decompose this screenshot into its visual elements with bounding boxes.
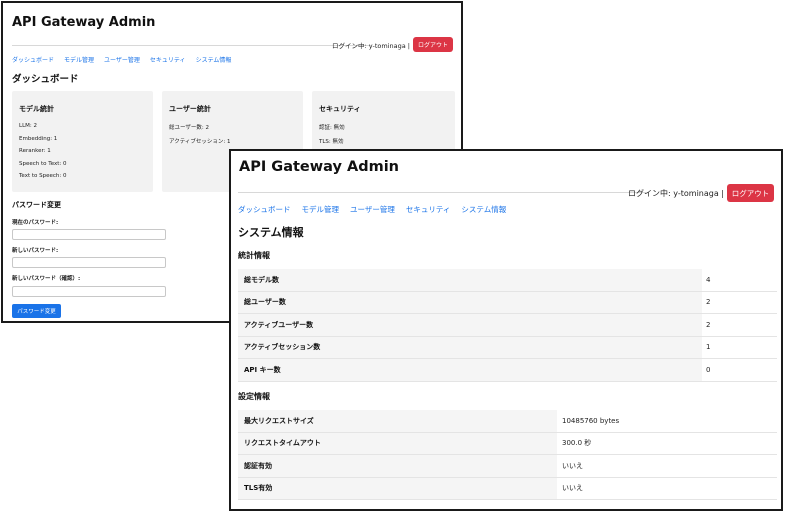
card-line: Embedding: 1 [19, 135, 58, 142]
card-title: モデル統計 [19, 105, 54, 113]
confirm-password-input[interactable] [12, 286, 166, 297]
nav-system-info[interactable]: システム情報 [196, 55, 232, 64]
table-row: アクティブユーザー数 2 [238, 314, 777, 337]
card-line: アクティブセッション: 1 [169, 139, 231, 145]
page-title: ダッシュボード [12, 74, 79, 85]
row-value: いいえ [562, 484, 583, 493]
model-stats-card: モデル統計 LLM: 2 Embedding: 1 Reranker: 1 Sp… [12, 91, 153, 192]
row-label: 総ユーザー数 [238, 291, 702, 313]
current-password-input[interactable] [12, 229, 166, 240]
row-label: アクティブユーザー数 [238, 314, 702, 336]
card-line: 総ユーザー数: 2 [169, 125, 209, 131]
settings-section-title: 設定情報 [238, 392, 270, 401]
new-password-label: 新しいパスワード: [12, 248, 59, 254]
row-value: 0 [706, 365, 711, 374]
app-title: API Gateway Admin [12, 15, 156, 30]
card-line: Text to Speech: 0 [19, 173, 67, 179]
stats-table: 総モデル数 4 総ユーザー数 2 アクティブユーザー数 2 アクティブセッション… [238, 269, 777, 382]
login-status: ログイン中: y-tominaga | [332, 41, 410, 50]
table-row: アクティブセッション数 1 [238, 336, 777, 359]
table-row: TLS有効 いいえ [238, 477, 777, 500]
card-line: Speech to Text: 0 [19, 160, 67, 167]
row-label: リクエストタイムアウト [238, 432, 557, 454]
nav-model-management[interactable]: モデル管理 [302, 204, 340, 215]
card-line: LLM: 2 [19, 123, 37, 129]
row-label: API キー数 [238, 359, 702, 381]
current-password-label: 現在のパスワード: [12, 220, 59, 226]
nav-dashboard[interactable]: ダッシュボード [12, 55, 54, 64]
table-row: 認証有効 いいえ [238, 455, 777, 478]
row-label: 認証有効 [238, 455, 557, 477]
nav-model-management[interactable]: モデル管理 [64, 55, 94, 64]
nav-user-management[interactable]: ユーザー管理 [350, 204, 395, 215]
logout-button[interactable]: ログアウト [413, 37, 453, 52]
nav-security[interactable]: セキュリティ [150, 55, 186, 64]
nav-dashboard[interactable]: ダッシュボード [238, 204, 291, 215]
row-label: 総モデル数 [238, 269, 702, 291]
card-title: ユーザー統計 [169, 105, 211, 113]
row-value: 10485760 bytes [562, 416, 620, 425]
card-line: TLS: 無効 [319, 139, 344, 145]
confirm-password-label: 新しいパスワード（確認）: [12, 276, 81, 282]
login-status: ログイン中: y-tominaga | [628, 188, 724, 198]
row-value: 4 [706, 275, 711, 284]
change-password-button[interactable]: パスワード変更 [12, 304, 61, 318]
stats-section-title: 統計情報 [238, 251, 270, 260]
nav-security[interactable]: セキュリティ [406, 204, 451, 215]
main-nav: ダッシュボード モデル管理 ユーザー管理 セキュリティ システム情報 [12, 55, 231, 64]
table-row: API キー数 0 [238, 359, 777, 382]
row-label: アクティブセッション数 [238, 336, 702, 358]
row-value: 300.0 秒 [562, 439, 592, 448]
table-row: 総ユーザー数 2 [238, 291, 777, 314]
table-row: 最大リクエストサイズ 10485760 bytes [238, 410, 777, 433]
card-line: 認証: 無効 [319, 125, 345, 131]
new-password-input[interactable] [12, 257, 166, 268]
row-value: 2 [706, 298, 711, 307]
row-label: 最大リクエストサイズ [238, 410, 557, 432]
table-row: リクエストタイムアウト 300.0 秒 [238, 432, 777, 455]
card-title: セキュリティ [319, 105, 361, 113]
login-area: ログイン中: y-tominaga | ログアウト [628, 184, 774, 202]
row-label: TLS有効 [238, 477, 557, 499]
settings-table: 最大リクエストサイズ 10485760 bytes リクエストタイムアウト 30… [238, 410, 777, 500]
page-title: システム情報 [238, 226, 304, 239]
main-nav: ダッシュボード モデル管理 ユーザー管理 セキュリティ システム情報 [238, 204, 506, 215]
system-info-window: API Gateway Admin ログイン中: y-tominaga | ログ… [229, 149, 783, 511]
login-area: ログイン中: y-tominaga | ログアウト [332, 37, 453, 52]
row-value: 1 [706, 343, 711, 352]
row-value: 2 [706, 320, 711, 329]
password-section-title: パスワード変更 [12, 201, 61, 209]
card-line: Reranker: 1 [19, 148, 51, 154]
app-title: API Gateway Admin [239, 159, 399, 175]
header-divider [12, 45, 371, 46]
logout-button[interactable]: ログアウト [727, 184, 774, 202]
header-divider [238, 192, 646, 193]
nav-user-management[interactable]: ユーザー管理 [104, 55, 140, 64]
nav-system-info[interactable]: システム情報 [461, 204, 506, 215]
table-row: 総モデル数 4 [238, 269, 777, 292]
row-value: いいえ [562, 461, 583, 470]
